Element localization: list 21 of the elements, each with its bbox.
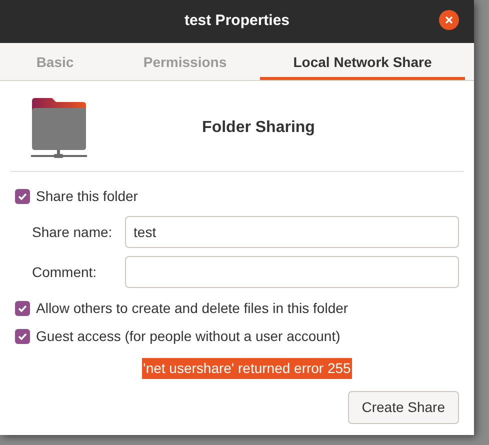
checkbox-label: Share this folder bbox=[36, 186, 138, 206]
error-message: 'net usershare' returned error 255 bbox=[142, 358, 352, 379]
close-icon bbox=[444, 15, 454, 25]
tab[interactable]: Local Network Share bbox=[260, 43, 465, 80]
input-field[interactable]: test bbox=[124, 216, 459, 248]
checkbox-label: Allow others to create and delete files in this folder bbox=[36, 298, 348, 318]
section-title: Folder Sharing bbox=[201, 118, 316, 138]
checkmark-icon bbox=[17, 330, 28, 342]
close-button[interactable] bbox=[439, 10, 459, 30]
field-label: Comment: bbox=[32, 262, 98, 282]
input-field[interactable] bbox=[124, 256, 459, 288]
window-title: test Properties bbox=[184, 11, 290, 32]
create-share-button[interactable]: Create Share bbox=[348, 391, 459, 424]
checkbox[interactable] bbox=[15, 300, 30, 316]
checkbox[interactable] bbox=[15, 188, 30, 204]
shared-folder-icon bbox=[30, 97, 88, 159]
checkmark-icon bbox=[17, 302, 28, 314]
field-label: Share name: bbox=[32, 222, 114, 242]
checkmark-icon bbox=[17, 190, 28, 202]
checkbox[interactable] bbox=[15, 328, 30, 344]
checkbox-label: Guest access (for people without a user account) bbox=[36, 326, 340, 346]
